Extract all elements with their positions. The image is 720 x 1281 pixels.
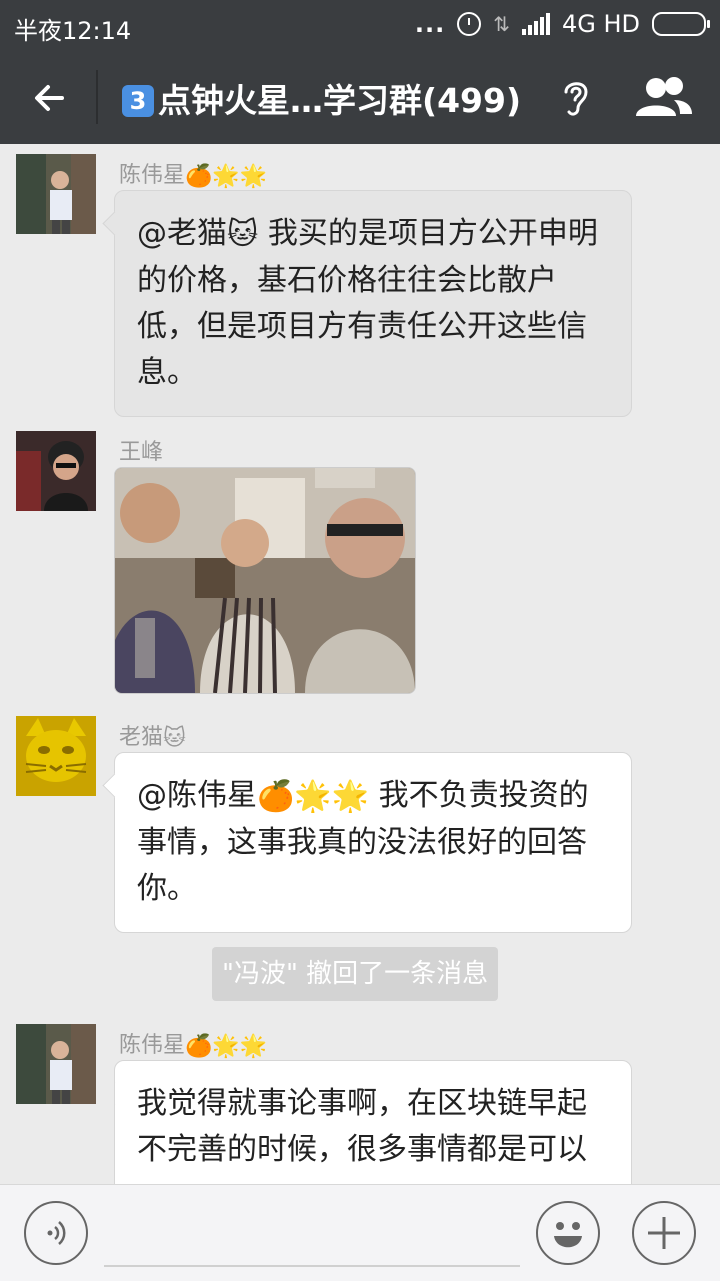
sender-name: 陈伟星🍊🌟🌟	[119, 163, 268, 189]
group-members-icon[interactable]	[634, 74, 694, 120]
status-time: 半夜12:14	[14, 17, 132, 45]
battery-icon	[652, 12, 710, 36]
status-bar: 半夜12:14 ... ⇅ 4G HD	[0, 0, 720, 50]
message-input[interactable]	[104, 1265, 520, 1267]
data-transfer-icon: ⇅	[493, 12, 510, 36]
input-bar	[0, 1184, 720, 1281]
message-bubble[interactable]: @陈伟星🍊🌟🌟 我不负责投资的事情，这事我真的没法很好的回答你。	[114, 752, 632, 933]
tangerine-emoji-icon: 🍊	[185, 1033, 213, 1059]
chat-title-text: 点钟火星…学习群(499)	[158, 81, 522, 120]
star-emoji-icon: 🌟	[331, 778, 370, 814]
cat-emoji-icon: 🐱	[227, 216, 259, 252]
star-emoji-icon: 🌟	[294, 778, 332, 814]
header-divider	[96, 70, 98, 124]
mention-text: @老猫	[137, 216, 227, 251]
more-options-button[interactable]	[632, 1201, 696, 1265]
message-text: 我觉得就事论事啊，在区块链早起不完善的时候，很多事情都是可以	[137, 1086, 587, 1167]
back-arrow-icon[interactable]	[28, 76, 72, 120]
avatar[interactable]	[16, 154, 96, 234]
voice-input-icon	[47, 1221, 66, 1245]
star-emoji-icon: 🌟	[212, 163, 240, 189]
star-emoji-icon: 🌟	[239, 1033, 268, 1059]
keycap-badge: 3	[122, 85, 154, 117]
chat-title[interactable]: 3 点钟火星…学习群(499)	[122, 74, 521, 122]
sender-name: 陈伟星🍊🌟🌟	[119, 1033, 268, 1059]
sender-name: 老猫🐱	[119, 725, 186, 751]
mention-text: @陈伟星	[137, 778, 257, 813]
avatar[interactable]	[16, 716, 96, 796]
emoji-icon	[554, 1222, 582, 1248]
tangerine-emoji-icon: 🍊	[257, 778, 295, 814]
chat-list[interactable]: 陈伟星🍊🌟🌟 @老猫🐱 我买的是项目方公开申明的价格，基石价格往往会比散户低，但…	[0, 144, 720, 1184]
star-emoji-icon: 🌟	[212, 1033, 240, 1059]
voice-input-button[interactable]	[24, 1201, 88, 1265]
star-emoji-icon: 🌟	[239, 163, 268, 189]
message-bubble[interactable]: @老猫🐱 我买的是项目方公开申明的价格，基石价格往往会比散户低，但是项目方有责任…	[114, 190, 632, 417]
message-bubble[interactable]: 我觉得就事论事啊，在区块链早起不完善的时候，很多事情都是可以	[114, 1060, 632, 1184]
avatar[interactable]	[16, 431, 96, 511]
plus-icon	[648, 1217, 680, 1249]
status-icons: ... ⇅ 4G HD	[414, 10, 710, 38]
network-label: 4G HD	[561, 10, 640, 38]
avatar[interactable]	[16, 1024, 96, 1104]
sender-name: 王峰	[119, 440, 164, 465]
tangerine-emoji-icon: 🍊	[185, 163, 213, 189]
recall-notice: "冯波" 撤回了一条消息	[212, 947, 499, 1001]
ear-icon[interactable]	[558, 76, 594, 120]
shared-photo[interactable]	[114, 467, 416, 694]
alarm-icon	[457, 12, 482, 36]
chat-header: 3 点钟火星…学习群(499)	[0, 50, 720, 144]
more-dots-icon: ...	[414, 10, 446, 38]
emoji-button[interactable]	[536, 1201, 600, 1265]
cat-emoji-icon: 🐱	[163, 725, 186, 751]
signal-icon	[521, 13, 550, 35]
